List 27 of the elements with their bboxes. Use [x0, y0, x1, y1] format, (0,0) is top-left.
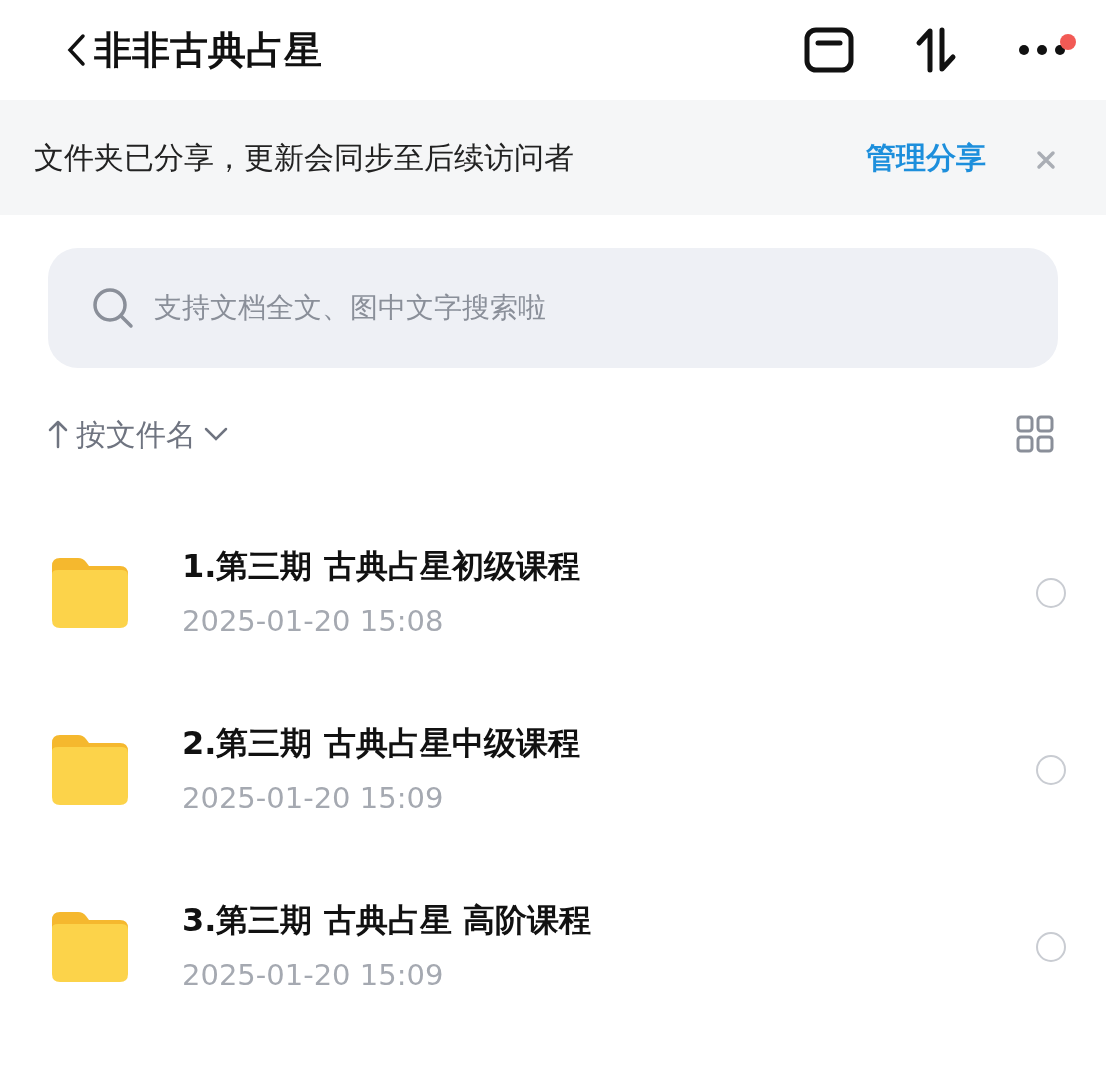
folder-icon [52, 911, 128, 982]
more-icon[interactable] [1018, 44, 1066, 56]
page-title: 非非古典占星 [94, 26, 322, 74]
search-icon [92, 287, 134, 329]
search-bar[interactable]: 支持文档全文、图中文字搜索啦 [48, 248, 1058, 368]
folder-icon [52, 734, 128, 805]
folder-name: 3.第三期 古典占星 高阶课程 [182, 899, 592, 941]
manage-share-link[interactable]: 管理分享 [866, 135, 986, 180]
modified-time: 2025-01-20 15:09 [182, 779, 445, 817]
select-radio[interactable] [1036, 931, 1066, 962]
select-radio[interactable] [1036, 577, 1066, 608]
modified-time: 2025-01-20 15:08 [182, 602, 445, 640]
tray-icon[interactable] [804, 27, 854, 73]
chevron-down-icon [204, 427, 228, 441]
folder-name: 2.第三期 古典占星中级课程 [182, 722, 581, 764]
select-radio[interactable] [1036, 754, 1066, 785]
sort-label: 按文件名 [76, 415, 196, 454]
share-notice: 文件夹已分享，更新会同步至后续访问者 [34, 139, 575, 177]
folder-icon [52, 557, 128, 628]
sort-button[interactable]: 按文件名 [48, 411, 228, 457]
back-icon[interactable] [66, 33, 86, 67]
search-field[interactable]: 支持文档全文、图中文字搜索啦 [152, 286, 1014, 330]
modified-time: 2025-01-20 15:09 [182, 956, 445, 994]
folder-name: 1.第三期 古典占星初级课程 [182, 545, 581, 587]
sort-arrows-icon[interactable] [914, 27, 958, 73]
grid-view-icon[interactable] [1016, 415, 1054, 453]
up-arrow-icon [48, 419, 68, 449]
